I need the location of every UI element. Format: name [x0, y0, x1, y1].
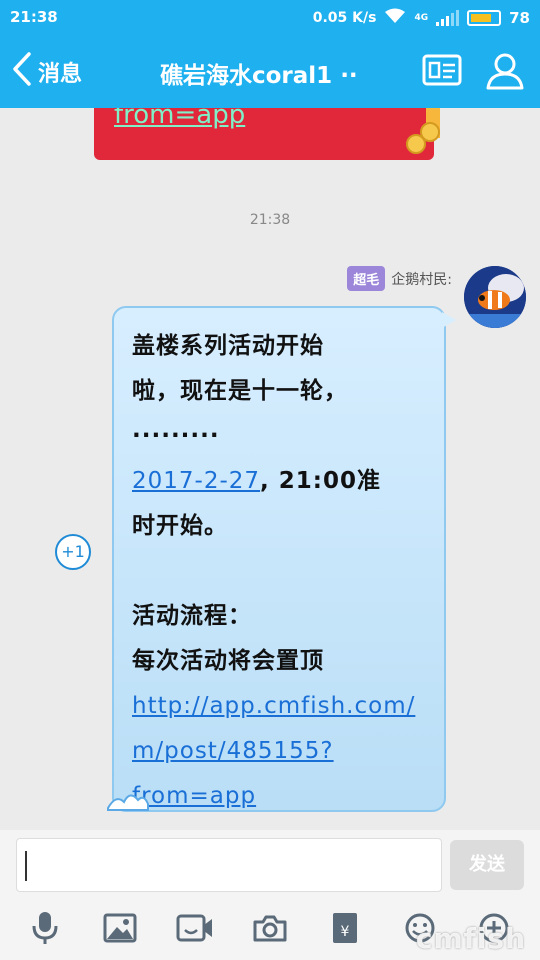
chat-header: 消息 礁岩海水coral1 ·· [0, 36, 540, 108]
profile-card-icon [422, 54, 462, 90]
message-timestamp: 21:38 [249, 212, 291, 228]
message-line: 盖楼系列活动开始 [132, 333, 324, 359]
chevron-left-icon [12, 52, 32, 92]
message-line: 啦，现在是十一轮， [132, 378, 348, 404]
network-type: 4G [414, 13, 429, 23]
battery-fill [471, 14, 492, 22]
send-button[interactable]: 发送 [450, 840, 524, 890]
signal-icon [436, 10, 460, 26]
bubble-tail [442, 312, 456, 328]
battery-icon [467, 10, 502, 26]
voice-button[interactable] [25, 910, 65, 950]
date-link[interactable]: 2017-2-27 [132, 468, 260, 494]
chat-area[interactable]: from=app 21:38 超毛 企鹅村民: 盖楼系列活动开始 啦，现在是十一… [0, 108, 540, 830]
post-url-link[interactable]: m/post/485155? [132, 738, 334, 764]
red-packet-button[interactable]: ¥ [325, 910, 365, 950]
message-line: ········· [132, 423, 220, 449]
battery-percent: 78 [509, 9, 530, 27]
image-icon [103, 913, 137, 947]
status-indicators: 0.05 K/s 4G 78 [313, 8, 530, 28]
network-speed: 0.05 K/s [312, 10, 377, 26]
group-members-button[interactable] [484, 50, 526, 96]
plus-one-button[interactable]: +1 [55, 534, 91, 570]
message-line: 时开始。 [132, 513, 228, 539]
message-line: 活动流程： [132, 603, 252, 629]
video-icon [176, 913, 214, 947]
wave-icon [106, 786, 150, 816]
sender-name[interactable]: 企鹅村民: [391, 269, 452, 289]
watermark: cmfish [415, 922, 526, 955]
person-icon [484, 53, 526, 96]
red-packet-icon: ¥ [331, 911, 359, 949]
post-url-link[interactable]: from=app [132, 783, 256, 809]
message-line: 2017-2-27, 21:00准 [132, 459, 432, 504]
member-title-badge: 超毛 [347, 266, 386, 291]
status-time: 21:38 [10, 8, 58, 26]
message-bubble[interactable]: 盖楼系列活动开始 啦，现在是十一轮， ········· 2017-2-27, … [107, 306, 456, 812]
microphone-icon [31, 910, 59, 950]
back-label: 消息 [38, 62, 83, 87]
sender-row: 超毛 企鹅村民: [347, 266, 452, 291]
coin-icon [420, 122, 440, 142]
input-bar: 发送 [0, 830, 540, 900]
message-line: 每次活动将会置顶 [132, 648, 324, 674]
wifi-icon [384, 8, 406, 28]
chat-title: 礁岩海水coral1 ·· [160, 63, 358, 89]
avatar[interactable] [464, 266, 526, 328]
previous-message-card[interactable]: from=app [94, 108, 440, 160]
svg-text:¥: ¥ [340, 924, 349, 940]
status-bar: 21:38 0.05 K/s 4G 78 [0, 0, 540, 36]
back-button[interactable]: 消息 [12, 52, 82, 92]
message-line-rest: , 21:00准 [260, 468, 382, 494]
message-text: 盖楼系列活动开始 啦，现在是十一轮， ········· 2017-2-27, … [132, 324, 432, 819]
camera-button[interactable] [250, 910, 290, 950]
previous-card-link[interactable]: from=app [114, 108, 245, 130]
message-input[interactable] [16, 838, 442, 892]
group-info-button[interactable] [422, 54, 462, 90]
video-call-button[interactable] [175, 910, 215, 950]
camera-icon [253, 914, 287, 946]
post-url-link[interactable]: http://app.cmfish.com/ [132, 693, 415, 719]
image-button[interactable] [100, 910, 140, 950]
text-caret [25, 851, 27, 881]
